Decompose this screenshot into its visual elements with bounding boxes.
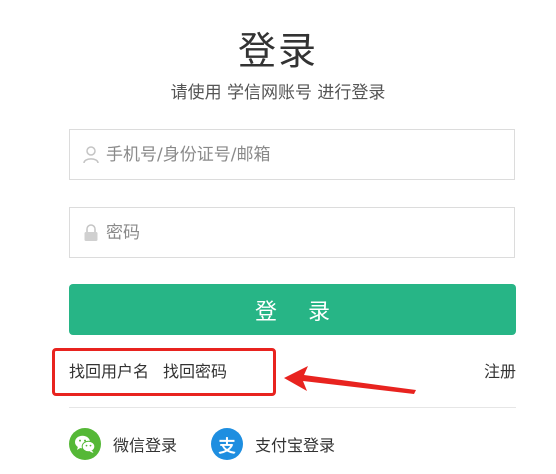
password-input[interactable] — [106, 222, 486, 243]
alipay-login-button[interactable]: 支 支付宝登录 — [211, 428, 335, 460]
alipay-login-label: 支付宝登录 — [255, 436, 336, 455]
register-link[interactable]: 注册 — [484, 358, 516, 382]
alipay-icon: 支 — [211, 428, 243, 460]
annotation-highlight-box — [52, 348, 276, 396]
page-title: 登录 — [237, 29, 318, 73]
login-button[interactable]: 登 录 — [69, 284, 516, 335]
password-field-container[interactable] — [69, 207, 515, 258]
page-subtitle: 请使用 学信网账号 进行登录 — [170, 83, 386, 103]
username-input[interactable] — [106, 144, 486, 165]
wechat-login-label: 微信登录 — [113, 436, 178, 455]
user-icon — [82, 145, 100, 165]
annotation-arrow-icon — [284, 366, 416, 394]
wechat-icon — [69, 428, 101, 460]
divider — [69, 407, 516, 408]
login-page: 登录 请使用 学信网账号 进行登录 登 录 找回用户名 找回密码 注册 — [0, 0, 556, 474]
username-field-container[interactable] — [69, 129, 515, 180]
lock-icon — [82, 223, 100, 243]
wechat-login-button[interactable]: 微信登录 — [69, 428, 177, 460]
